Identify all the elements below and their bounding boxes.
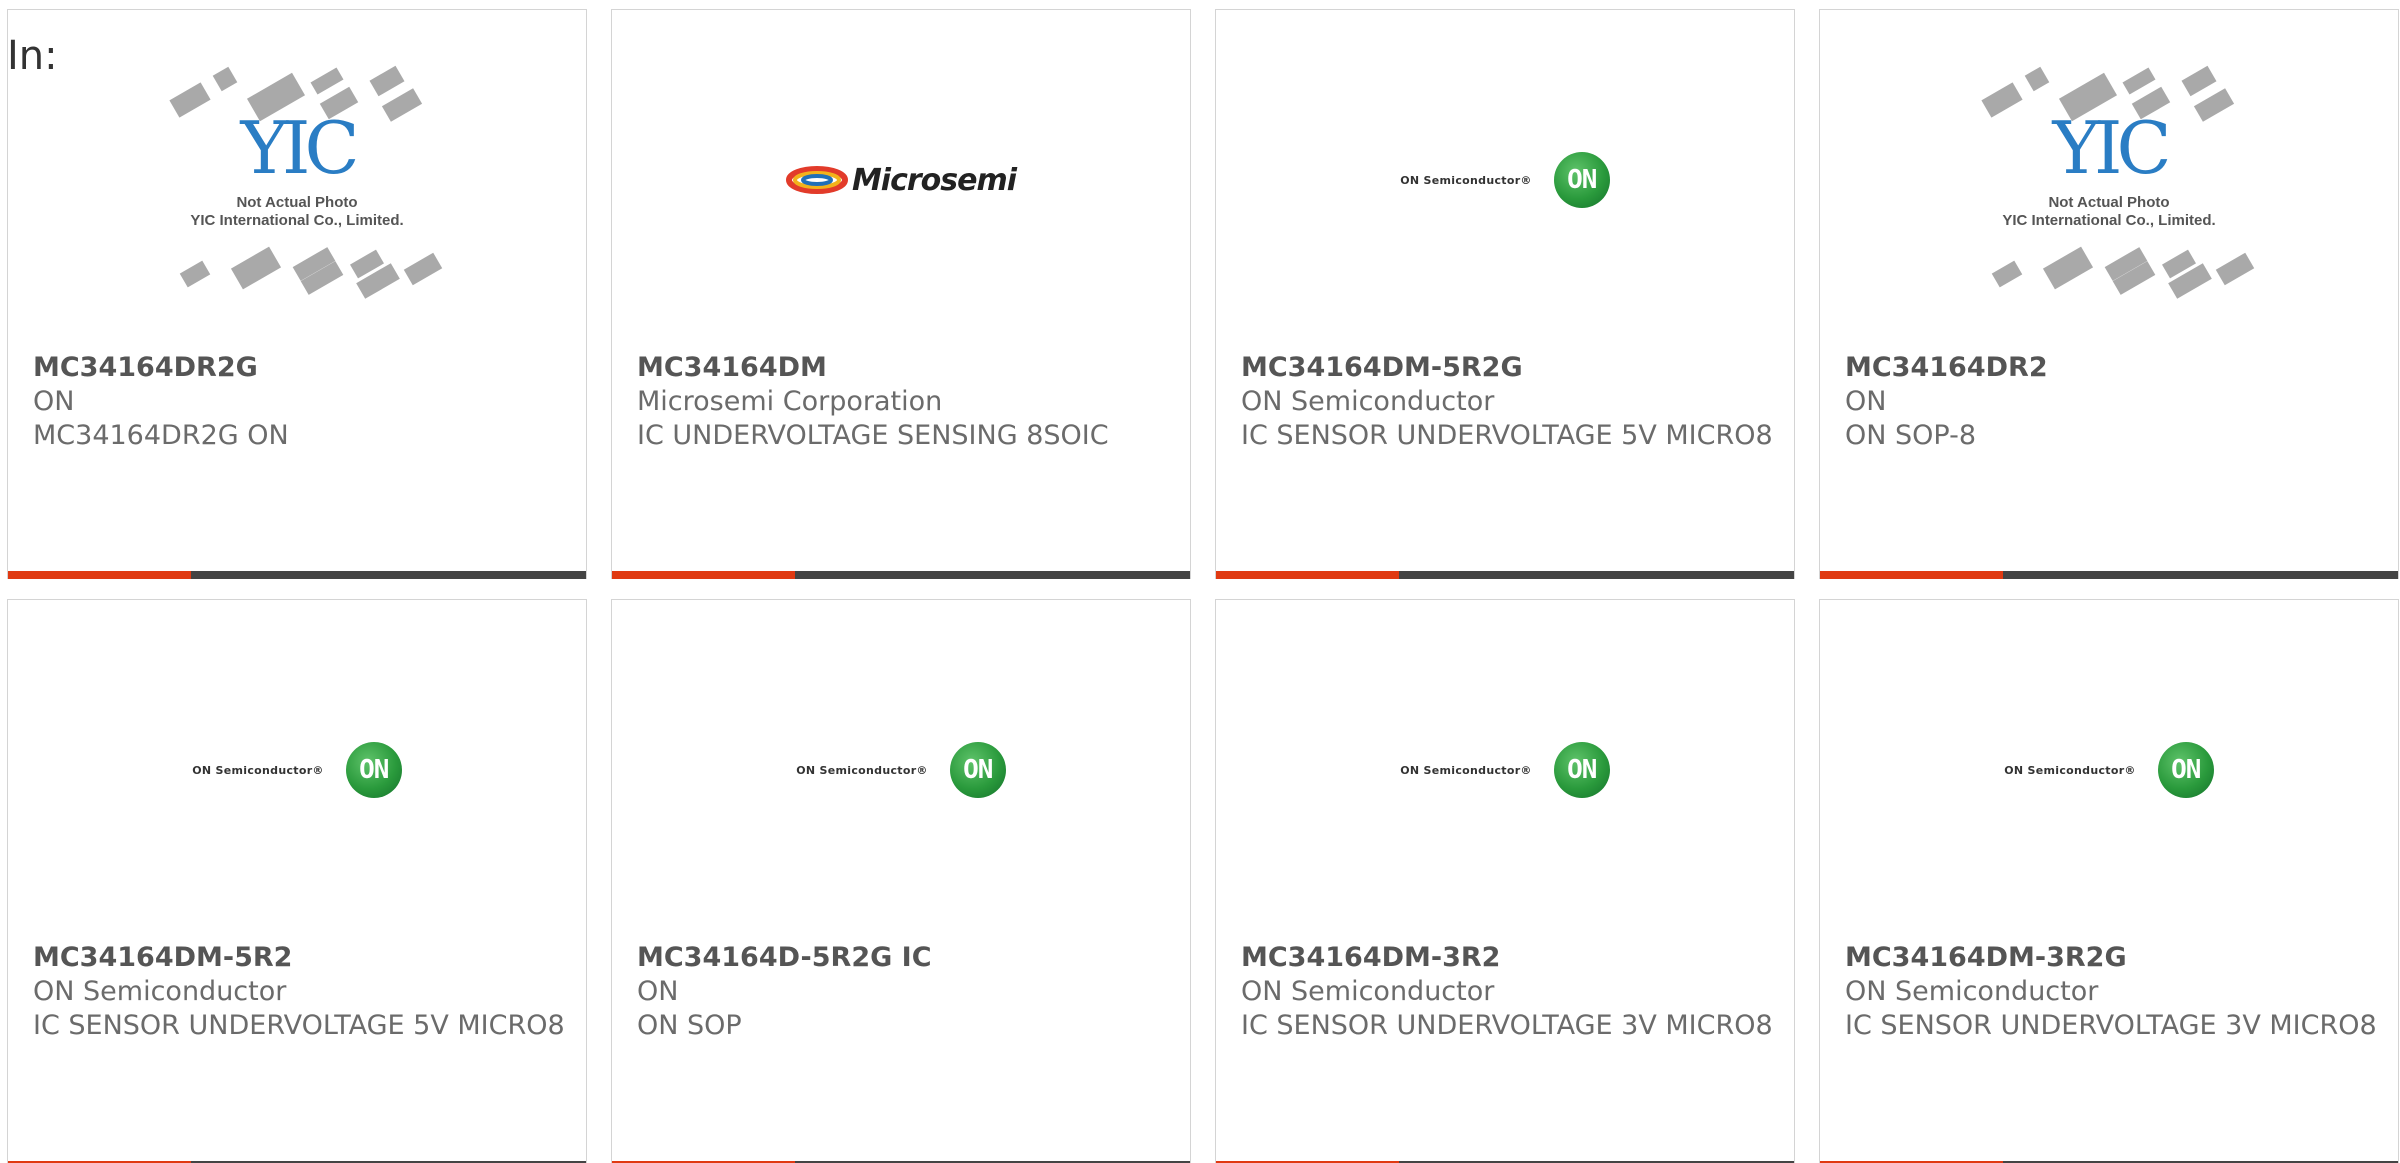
manufacturer: ON Semiconductor xyxy=(33,976,287,1007)
chip-icon xyxy=(230,246,282,290)
description: IC SENSOR UNDERVOLTAGE 5V MICRO8 xyxy=(33,1010,565,1041)
manufacturer: ON Semiconductor xyxy=(1241,976,1495,1007)
manufacturer: ON Semiconductor xyxy=(1241,386,1495,417)
product-info: MC34164DR2G ON MC34164DR2G ON xyxy=(33,351,566,453)
part-number-link[interactable]: MC34164DR2 xyxy=(1845,351,2378,385)
yic-placeholder-image: YIC Not Actual Photo YIC International Co.… xyxy=(1974,60,2255,300)
part-number-link[interactable]: MC34164D-5R2G IC xyxy=(637,941,1170,975)
on-semiconductor-logo: ON Semiconductor® ON xyxy=(2004,742,2214,798)
description: ON SOP xyxy=(637,1010,742,1041)
product-info: MC34164D-5R2G IC ON ON SOP xyxy=(637,941,1170,1043)
part-number-link[interactable]: MC34164DM-3R2G xyxy=(1845,941,2378,975)
manufacturer: ON xyxy=(33,386,75,417)
product-grid-page: In: YIC Not Actual Photo YIC International… xyxy=(0,0,2400,1163)
description: IC SENSOR UNDERVOLTAGE 3V MICRO8 xyxy=(1241,1010,1773,1041)
part-number-link[interactable]: MC34164DR2G xyxy=(33,351,566,385)
on-circle-icon: ON xyxy=(949,742,1006,798)
manufacturer: ON xyxy=(637,976,679,1007)
on-circle-icon: ON xyxy=(1553,742,1610,798)
manufacturer: ON xyxy=(1845,386,1887,417)
description: IC UNDERVOLTAGE SENSING 8SOIC xyxy=(637,420,1109,451)
yic-caption-line2: YIC International Co., Limited. xyxy=(190,212,404,229)
product-card[interactable]: ON Semiconductor® ON MC34164D-5R2G IC ON ON … xyxy=(611,599,1191,1163)
product-card[interactable]: ON Semiconductor® ON MC34164DM-5R2G ON Semi… xyxy=(1215,9,1795,579)
card-accent-bar xyxy=(1820,571,2003,579)
card-accent-bar xyxy=(612,571,795,579)
product-image[interactable]: ON Semiconductor® ON xyxy=(8,600,586,940)
product-card[interactable]: YIC Not Actual Photo YIC International Co.… xyxy=(1819,9,2399,579)
chip-icon xyxy=(310,67,344,95)
card-bottom-bar xyxy=(8,571,586,579)
on-semi-logo-text: ON Semiconductor® xyxy=(1400,173,1532,187)
chip-icon xyxy=(2024,66,2050,92)
product-info: MC34164DM-3R2 ON Semiconductor IC SENSOR U… xyxy=(1241,941,1774,1043)
on-semi-logo-text: ON Semiconductor® xyxy=(192,763,324,777)
yic-placeholder-image: YIC Not Actual Photo YIC International Co.… xyxy=(162,60,443,300)
product-card[interactable]: ON Semiconductor® ON MC34164DM-3R2G ON Semi… xyxy=(1819,599,2399,1163)
product-image[interactable]: ON Semiconductor® ON xyxy=(1820,600,2398,940)
part-number-link[interactable]: MC34164DM-3R2 xyxy=(1241,941,1774,975)
product-image[interactable]: ON Semiconductor® ON xyxy=(1216,600,1794,940)
chip-icon xyxy=(212,66,238,92)
product-image[interactable]: ON Semiconductor® ON xyxy=(612,600,1190,940)
yic-caption: Not Actual Photo YIC International Co., L… xyxy=(162,194,432,230)
part-number-link[interactable]: MC34164DM-5R2 xyxy=(33,941,566,975)
product-card[interactable]: YIC Not Actual Photo YIC International Co.… xyxy=(7,9,587,579)
yic-caption-line2: YIC International Co., Limited. xyxy=(2002,212,2216,229)
card-accent-bar xyxy=(1216,571,1399,579)
chip-icon xyxy=(369,65,405,97)
on-semi-logo-text: ON Semiconductor® xyxy=(796,763,928,777)
product-card[interactable]: ON Semiconductor® ON MC34164DM-5R2 ON Semic… xyxy=(7,599,587,1163)
microsemi-logo-text: Microsemi xyxy=(851,162,1017,198)
card-bottom-bar xyxy=(1820,571,2398,579)
product-info: MC34164DM-5R2G ON Semiconductor IC SENSOR … xyxy=(1241,351,1774,453)
microsemi-logo: Microsemi xyxy=(785,162,1017,198)
description: ON SOP-8 xyxy=(1845,420,1977,451)
card-bottom-bar xyxy=(1216,571,1794,579)
product-image[interactable]: ON Semiconductor® ON xyxy=(1216,10,1794,350)
on-semiconductor-logo: ON Semiconductor® ON xyxy=(796,742,1006,798)
on-semi-logo-text: ON Semiconductor® xyxy=(2004,763,2136,777)
on-semi-logo-text: ON Semiconductor® xyxy=(1400,763,1532,777)
chip-icon xyxy=(2181,65,2217,97)
on-semiconductor-logo: ON Semiconductor® ON xyxy=(1400,742,1610,798)
chip-icon xyxy=(2215,252,2255,286)
manufacturer: ON Semiconductor xyxy=(1845,976,2099,1007)
product-card[interactable]: ON Semiconductor® ON MC34164DM-3R2 ON Semic… xyxy=(1215,599,1795,1163)
product-info: MC34164DR2 ON ON SOP-8 xyxy=(1845,351,2378,453)
chip-icon xyxy=(403,252,443,286)
chip-icon xyxy=(1991,260,2023,288)
manufacturer: Microsemi Corporation xyxy=(637,386,943,417)
part-number-link[interactable]: MC34164DM-5R2G xyxy=(1241,351,1774,385)
product-image[interactable]: Microsemi xyxy=(612,10,1190,350)
product-info: MC34164DM-5R2 ON Semiconductor IC SENSOR U… xyxy=(33,941,566,1043)
card-bottom-bar xyxy=(612,571,1190,579)
on-semiconductor-logo: ON Semiconductor® ON xyxy=(192,742,402,798)
yic-caption-line1: Not Actual Photo xyxy=(2048,194,2170,211)
product-info: MC34164DM Microsemi Corporation IC UNDERVO… xyxy=(637,351,1170,453)
chip-icon xyxy=(2122,67,2156,95)
card-accent-bar xyxy=(8,571,191,579)
on-circle-icon: ON xyxy=(2157,742,2214,798)
in-label: In: xyxy=(7,33,58,79)
on-circle-icon: ON xyxy=(345,742,402,798)
product-image[interactable]: YIC Not Actual Photo YIC International Co.… xyxy=(8,10,586,350)
description: MC34164DR2G ON xyxy=(33,420,289,451)
yic-caption-line1: Not Actual Photo xyxy=(236,194,358,211)
product-card[interactable]: Microsemi MC34164DM Microsemi Corporation I… xyxy=(611,9,1191,579)
on-circle-icon: ON xyxy=(1553,152,1610,208)
yic-mark: YIC xyxy=(2052,106,2171,190)
product-image[interactable]: YIC Not Actual Photo YIC International Co.… xyxy=(1820,10,2398,350)
yic-mark: YIC xyxy=(240,106,359,190)
yic-caption: Not Actual Photo YIC International Co., L… xyxy=(1974,194,2244,230)
part-number-link[interactable]: MC34164DM xyxy=(637,351,1170,385)
chip-icon xyxy=(2042,246,2094,290)
microsemi-swirl-icon xyxy=(785,166,848,194)
chip-icon xyxy=(179,260,211,288)
on-semiconductor-logo: ON Semiconductor® ON xyxy=(1400,152,1610,208)
product-info: MC34164DM-3R2G ON Semiconductor IC SENSOR … xyxy=(1845,941,2378,1043)
description: IC SENSOR UNDERVOLTAGE 3V MICRO8 xyxy=(1845,1010,2377,1041)
description: IC SENSOR UNDERVOLTAGE 5V MICRO8 xyxy=(1241,420,1773,451)
